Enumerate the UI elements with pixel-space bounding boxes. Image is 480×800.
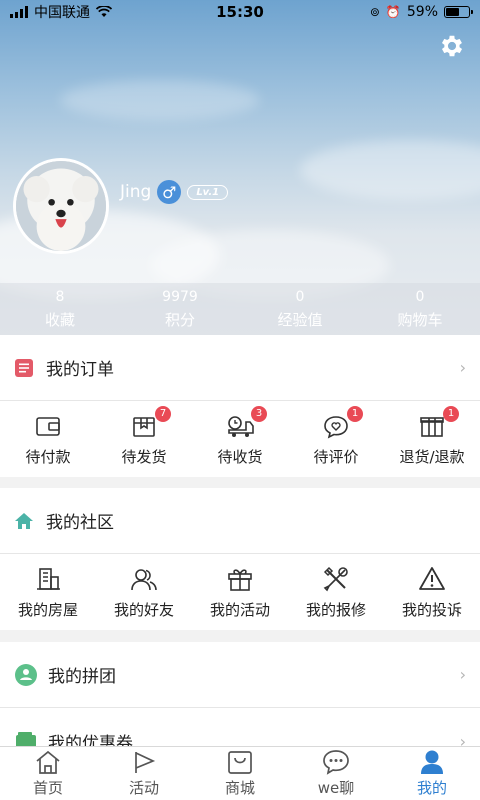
badge-count: 1 [347,405,363,422]
order-pending-receipt[interactable]: 3 待收货 [192,401,288,477]
community-my-activities[interactable]: 我的活动 [192,554,288,630]
tab-mine[interactable]: 我的 [384,747,480,800]
house-icon [14,511,34,531]
status-bar: 中国联通 15:30 ⊚ ⏰ 59% [0,0,480,24]
community-label: 我的活动 [209,600,270,619]
order-pending-payment[interactable]: 待付款 [0,401,96,477]
home-icon [36,750,60,774]
order-pending-review[interactable]: 1 待评价 [288,401,384,477]
community-my-complaints[interactable]: 我的投诉 [384,554,480,630]
tab-home[interactable]: 首页 [0,747,96,800]
stat-cart[interactable]: 0 购物车 [360,283,480,335]
order-label: 待发货 [121,447,167,466]
badge-count: 7 [155,405,171,422]
row-label: 我的拼团 [48,667,116,687]
community-label: 我的房屋 [17,600,78,619]
badge-count: 3 [251,405,267,422]
order-pending-shipment[interactable]: 7 待发货 [96,401,192,477]
stat-label: 经验值 [277,310,323,329]
community-my-repairs[interactable]: 我的报修 [288,554,384,630]
community-section: 我的社区 我的房屋 我的好友 我的活动 我的报修 我的投诉 [0,488,480,630]
delivery-truck-icon: 3 [225,405,267,440]
friends-icon [129,565,159,593]
group-buy-icon [14,663,38,687]
orders-grid: 待付款 7 待发货 3 待收货 1 待评价 1 退货/退款 [0,401,480,477]
community-grid: 我的房屋 我的好友 我的活动 我的报修 我的投诉 [0,554,480,630]
signal-icon [10,6,28,18]
building-icon [33,565,63,593]
stats-bar: 8 收藏 9979 积分 0 经验值 0 购物车 [0,283,480,335]
tab-we-chat[interactable]: we聊 [288,747,384,800]
order-label: 待评价 [313,447,359,466]
order-returns[interactable]: 1 退货/退款 [384,401,480,477]
orders-header[interactable]: 我的订单 › [0,335,480,401]
profile-header: 中国联通 15:30 ⊚ ⏰ 59% Jing ♂ Lv.1 8 收藏 9979… [0,0,480,335]
settings-gear-icon[interactable] [438,32,466,60]
battery-percent: 59% [406,4,438,20]
user-icon [421,750,443,774]
tab-mall[interactable]: 商城 [192,747,288,800]
stat-value: 8 [55,288,65,305]
community-my-house[interactable]: 我的房屋 [0,554,96,630]
stat-label: 积分 [164,310,195,329]
gift-box-icon: 1 [417,405,459,440]
alarm-icon: ⏰ [385,5,401,19]
badge-count: 1 [443,405,459,422]
community-label: 我的好友 [113,600,174,619]
stat-value: 0 [415,288,425,305]
cloud-decoration [60,80,260,120]
order-label: 待付款 [25,447,71,466]
community-header[interactable]: 我的社区 [0,488,480,554]
order-list-icon [14,358,34,378]
carrier-name: 中国联通 [34,5,90,21]
orders-title: 我的订单 [46,360,114,380]
flag-icon [135,752,156,773]
chat-icon [323,750,349,775]
community-label: 我的投诉 [401,600,462,619]
stat-value: 0 [295,288,305,305]
gift-icon [225,565,255,593]
rotation-lock-icon: ⊚ [369,5,380,19]
stat-label: 收藏 [44,310,75,329]
tools-icon [321,565,351,593]
male-gender-icon: ♂ [157,180,182,204]
orders-section: 我的订单 › 待付款 7 待发货 3 待收货 1 待评价 1 退货/退款 [0,335,480,477]
tab-activities[interactable]: 活动 [96,747,192,800]
package-icon: 7 [129,405,171,440]
tab-label: 商城 [224,779,255,797]
wallet-icon [33,412,63,440]
community-label: 我的报修 [305,600,366,619]
username: Jing [120,182,152,202]
wifi-icon [95,5,113,18]
tab-label: 首页 [32,779,63,797]
stat-experience[interactable]: 0 经验值 [240,283,360,335]
level-badge: Lv.1 [187,184,229,200]
tab-label: we聊 [317,779,355,797]
tab-label: 活动 [128,779,159,797]
cloud-decoration [300,140,480,200]
order-label: 待收货 [217,447,263,466]
battery-icon [444,6,473,18]
order-label: 退货/退款 [399,447,465,466]
shopping-bag-icon [228,751,252,774]
stat-points[interactable]: 9979 积分 [120,283,240,335]
stat-value: 9979 [162,288,198,305]
chevron-right-icon: › [459,665,466,684]
community-title: 我的社区 [46,513,114,533]
list-item-group-buy[interactable]: 我的拼团 › [0,642,480,708]
stat-favorites[interactable]: 8 收藏 [0,283,120,335]
heart-comment-icon: 1 [321,405,363,440]
chevron-right-icon: › [459,358,466,377]
warning-icon [417,565,447,593]
bottom-tab-bar: 首页 活动 商城 we聊 我的 [0,746,480,800]
community-my-friends[interactable]: 我的好友 [96,554,192,630]
stat-label: 购物车 [397,310,443,329]
avatar[interactable] [13,158,109,254]
tab-label: 我的 [416,779,447,797]
